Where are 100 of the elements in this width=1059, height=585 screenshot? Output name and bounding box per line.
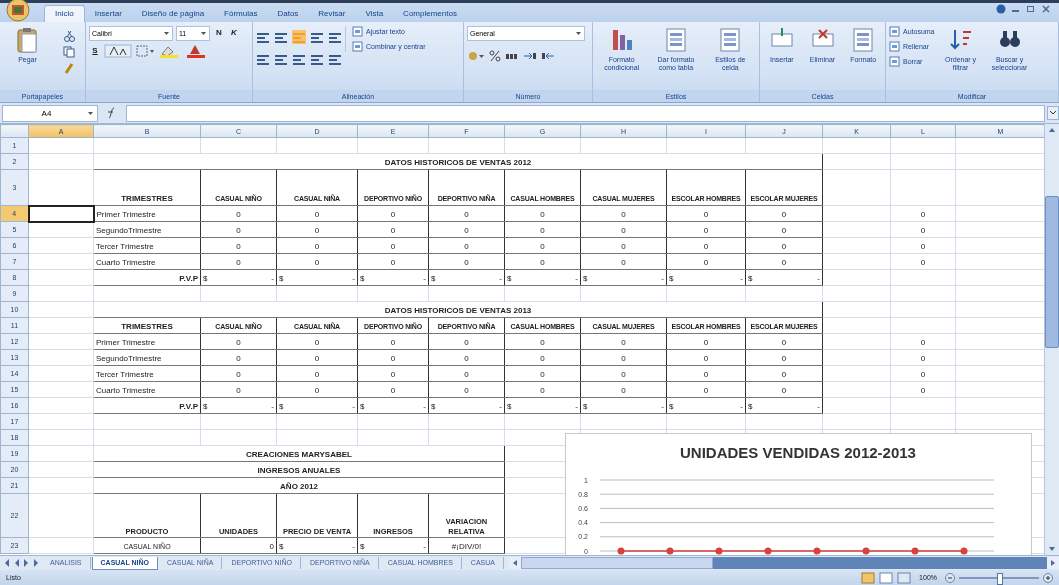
table-title: INGRESOS ANUALES: [257, 465, 341, 477]
command-icon: [889, 56, 900, 67]
table-cell: $ -: [507, 273, 578, 285]
format-toggle[interactable]: N: [213, 26, 225, 39]
zoom-in-icon[interactable]: [1043, 572, 1053, 583]
table-cell: #¡DIV/0!: [451, 541, 482, 553]
tab-scroll-icon[interactable]: [32, 557, 41, 569]
table-cell: 0: [703, 385, 709, 397]
ribbon-tab[interactable]: Inicio: [44, 5, 85, 22]
row-label: P.V.P: [179, 273, 198, 285]
table-cell: $ -: [748, 401, 820, 413]
ribbon-tab[interactable]: Vista: [355, 6, 394, 22]
table-cell: 0: [314, 209, 320, 221]
name-box[interactable]: A4: [2, 104, 98, 122]
table-cell: 0: [781, 385, 787, 397]
row-label: Primer Trimestre: [96, 209, 156, 221]
table-cell: 0: [781, 353, 787, 365]
table-cell: 0: [781, 369, 787, 381]
ribbon-tab[interactable]: Complementos: [393, 6, 467, 22]
table-cell: 0: [781, 225, 787, 237]
table-cell: $ -: [203, 273, 274, 285]
table-cell: 0: [464, 257, 469, 269]
table-cell: 0: [390, 225, 396, 237]
align-icon[interactable]: [274, 30, 288, 44]
command-icon: [352, 41, 363, 52]
row-label: Cuarto Trimestre: [96, 257, 156, 269]
table-cell: 0: [464, 385, 469, 397]
ribbon-tab[interactable]: Revisar: [308, 6, 356, 22]
table-cell: $ -: [360, 401, 426, 413]
row-label: P.V.P: [179, 401, 198, 413]
selected-cell[interactable]: [28, 205, 94, 222]
format-toggle[interactable]: K: [228, 26, 240, 39]
grow-font-icon[interactable]: [104, 44, 132, 58]
justify-icon[interactable]: [328, 52, 342, 66]
help-icon[interactable]: [996, 3, 1006, 14]
table-cell: 0: [703, 225, 709, 237]
table-cell: 0: [314, 385, 320, 397]
scrollbar-thumb[interactable]: [520, 557, 713, 569]
zoom-slider-thumb[interactable]: [997, 572, 1003, 585]
column-header: TRIMESTRES: [121, 321, 173, 333]
align-icon[interactable]: [256, 30, 270, 44]
table-cell: 0: [236, 369, 241, 381]
table-cell: 0: [390, 257, 396, 269]
table-cell: 0: [703, 209, 709, 221]
table-cell: 0: [540, 209, 545, 221]
ribbon-tab[interactable]: Insertar: [84, 6, 132, 22]
ribbon-tab[interactable]: Diseño de página: [131, 6, 215, 22]
decrease-decimal-icon[interactable]: [541, 50, 555, 62]
table-cell: 0: [314, 241, 320, 253]
table-cell: $ -: [279, 273, 355, 285]
dropdown-icon: [575, 30, 582, 37]
table-cell: $ -: [279, 541, 355, 553]
row-label: Tercer Trimestre: [96, 241, 154, 253]
table-cell: $ -: [583, 273, 664, 285]
brush-icon[interactable]: [62, 62, 75, 74]
table-cell: 0: [621, 353, 626, 365]
percent-icon[interactable]: [489, 50, 501, 62]
close-icon[interactable]: [1041, 3, 1051, 14]
formula-input[interactable]: [126, 104, 1045, 122]
currency-icon[interactable]: [467, 50, 485, 62]
table-cell: 0: [390, 209, 396, 221]
table-title: DATOS HISTORICOS DE VENTAS 2013: [384, 305, 532, 317]
row-label: SegundoTrimestre: [96, 353, 162, 365]
align-icon[interactable]: [328, 30, 342, 44]
justify-icon[interactable]: [292, 52, 306, 66]
dropdown-icon: [200, 30, 207, 37]
table-cell: 0: [236, 257, 241, 269]
table-cell: 0: [920, 257, 926, 269]
table-cell: 0: [703, 369, 709, 381]
table-cell: 0: [464, 337, 469, 349]
table-cell: 0: [703, 337, 709, 349]
table-title: DATOS HISTORICOS DE VENTAS 2012: [384, 157, 532, 169]
scissors-icon[interactable]: [62, 30, 75, 42]
table-title: AÑO 2012: [280, 481, 318, 493]
table-cell: $ -: [748, 273, 820, 285]
scrollbar-thumb[interactable]: [1045, 196, 1059, 348]
table-cell: 0: [920, 337, 926, 349]
justify-icon[interactable]: [256, 52, 270, 66]
page-layout-icon[interactable]: [879, 571, 894, 584]
table-cell: $ -: [360, 541, 426, 553]
table-cell: 0: [390, 385, 396, 397]
format-toggle[interactable]: S: [89, 44, 101, 57]
table-cell: 0: [621, 257, 626, 269]
borders-icon[interactable]: [135, 44, 155, 58]
increase-decimal-icon[interactable]: [523, 50, 537, 62]
zoom-out-icon[interactable]: [945, 572, 955, 583]
restore-icon[interactable]: [1026, 3, 1036, 14]
expand-icon[interactable]: [1047, 106, 1059, 120]
table-cell: 0: [464, 209, 469, 221]
justify-icon[interactable]: [310, 52, 324, 66]
align-icon[interactable]: [310, 30, 324, 44]
table-cell: 0: [236, 385, 241, 397]
table-cell: 0: [540, 385, 545, 397]
justify-icon[interactable]: [274, 52, 288, 66]
table-cell: 0: [540, 353, 545, 365]
tab-scroll-icon[interactable]: [22, 557, 31, 569]
ribbon-tab[interactable]: Datos: [267, 6, 309, 22]
copy-icon[interactable]: [62, 46, 75, 58]
chart-title: UNIDADES VENDIDAS 2012-2013: [680, 444, 916, 461]
ribbon-tab[interactable]: Fórmulas: [214, 6, 268, 22]
